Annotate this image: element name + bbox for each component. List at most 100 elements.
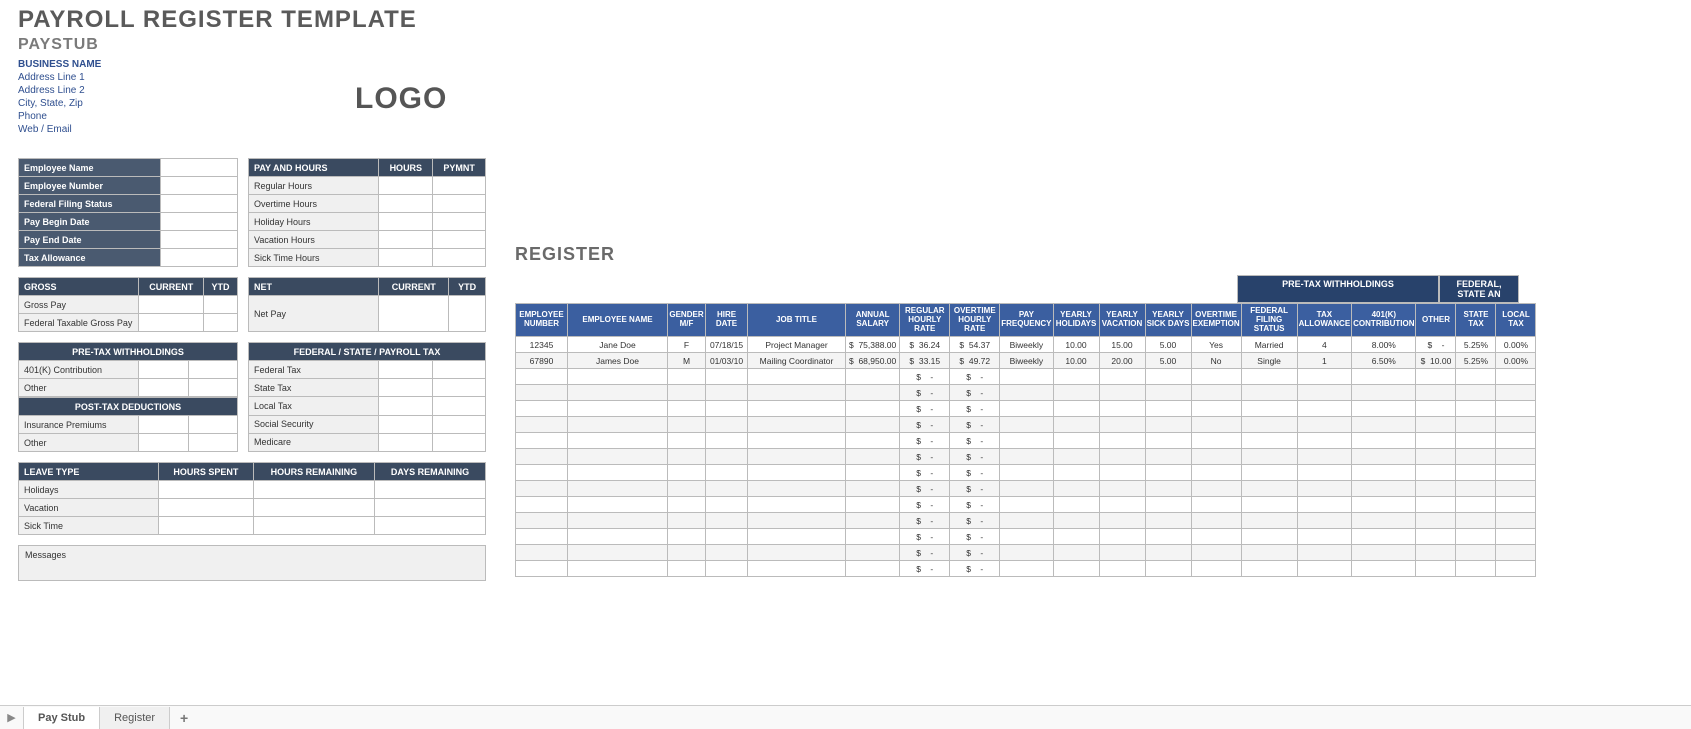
register-cell[interactable]: 10.00 <box>1053 353 1099 369</box>
register-cell[interactable] <box>1000 401 1053 417</box>
register-cell[interactable] <box>1297 545 1352 561</box>
register-cell[interactable]: $ - <box>900 401 950 417</box>
register-cell[interactable] <box>1352 513 1416 529</box>
register-cell[interactable] <box>1352 561 1416 577</box>
register-cell[interactable]: James Doe <box>568 353 668 369</box>
register-cell[interactable] <box>1145 529 1191 545</box>
register-cell[interactable] <box>568 449 668 465</box>
register-cell[interactable] <box>1145 545 1191 561</box>
register-cell[interactable]: $ 68,950.00 <box>846 353 900 369</box>
pay-hours-hours[interactable] <box>379 249 433 267</box>
register-cell[interactable] <box>1000 529 1053 545</box>
register-cell[interactable] <box>568 369 668 385</box>
register-cell[interactable]: $ - <box>900 449 950 465</box>
register-cell[interactable] <box>1416 481 1456 497</box>
register-cell[interactable] <box>1456 545 1496 561</box>
register-cell[interactable] <box>1352 481 1416 497</box>
register-cell[interactable] <box>668 513 706 529</box>
register-cell[interactable]: Mailing Coordinator <box>748 353 846 369</box>
register-cell[interactable] <box>1191 481 1241 497</box>
emp-field-value[interactable] <box>161 231 238 249</box>
register-cell[interactable]: No <box>1191 353 1241 369</box>
register-cell[interactable] <box>516 529 568 545</box>
pretax-val2[interactable] <box>188 361 237 379</box>
register-cell[interactable]: $ 49.72 <box>950 353 1000 369</box>
register-cell[interactable] <box>1416 497 1456 513</box>
register-cell[interactable] <box>1297 481 1352 497</box>
register-cell[interactable] <box>748 385 846 401</box>
register-cell[interactable]: 10.00 <box>1053 337 1099 353</box>
register-cell[interactable] <box>516 401 568 417</box>
emp-field-value[interactable] <box>161 177 238 195</box>
register-cell[interactable]: $ - <box>950 417 1000 433</box>
register-cell[interactable] <box>1053 545 1099 561</box>
register-cell[interactable] <box>1191 433 1241 449</box>
register-cell[interactable] <box>1297 497 1352 513</box>
register-cell[interactable]: F <box>668 337 706 353</box>
register-cell[interactable] <box>1191 465 1241 481</box>
register-cell[interactable] <box>1241 545 1297 561</box>
register-cell[interactable] <box>846 449 900 465</box>
register-cell[interactable] <box>668 497 706 513</box>
register-cell[interactable] <box>1241 561 1297 577</box>
fedtax-val1[interactable] <box>379 397 432 415</box>
pay-hours-hours[interactable] <box>379 195 433 213</box>
register-cell[interactable] <box>748 513 846 529</box>
register-cell[interactable] <box>1352 433 1416 449</box>
register-cell[interactable]: 0.00% <box>1496 353 1536 369</box>
net-ytd[interactable] <box>449 296 486 332</box>
register-cell[interactable]: M <box>668 353 706 369</box>
register-cell[interactable] <box>668 465 706 481</box>
register-cell[interactable] <box>516 545 568 561</box>
register-cell[interactable] <box>1191 497 1241 513</box>
register-cell[interactable] <box>1297 401 1352 417</box>
posttax-val2[interactable] <box>188 434 237 452</box>
register-cell[interactable] <box>1053 561 1099 577</box>
register-cell[interactable] <box>1456 513 1496 529</box>
pay-hours-pymnt[interactable] <box>433 195 486 213</box>
register-cell[interactable]: $ - <box>900 497 950 513</box>
register-cell[interactable] <box>1297 465 1352 481</box>
register-cell[interactable] <box>1241 433 1297 449</box>
register-cell[interactable] <box>516 433 568 449</box>
register-cell[interactable]: $ - <box>950 449 1000 465</box>
register-cell[interactable] <box>1456 385 1496 401</box>
register-cell[interactable] <box>1416 545 1456 561</box>
register-cell[interactable]: $ 75,388.00 <box>846 337 900 353</box>
register-cell[interactable] <box>1352 401 1416 417</box>
register-cell[interactable]: $ - <box>950 369 1000 385</box>
leave-spent[interactable] <box>159 499 254 517</box>
register-cell[interactable] <box>1416 401 1456 417</box>
register-cell[interactable] <box>1000 561 1053 577</box>
pay-hours-pymnt[interactable] <box>433 231 486 249</box>
register-cell[interactable]: $ - <box>950 513 1000 529</box>
register-cell[interactable] <box>1241 481 1297 497</box>
register-cell[interactable] <box>1000 417 1053 433</box>
register-cell[interactable] <box>1191 449 1241 465</box>
register-cell[interactable] <box>1416 417 1456 433</box>
register-cell[interactable] <box>1496 529 1536 545</box>
register-cell[interactable] <box>668 481 706 497</box>
register-cell[interactable] <box>1416 385 1456 401</box>
register-cell[interactable] <box>1456 497 1496 513</box>
register-cell[interactable] <box>1352 497 1416 513</box>
register-cell[interactable] <box>1496 561 1536 577</box>
register-cell[interactable] <box>1496 497 1536 513</box>
register-cell[interactable]: $ - <box>900 385 950 401</box>
register-cell[interactable] <box>1145 385 1191 401</box>
register-cell[interactable] <box>1145 433 1191 449</box>
register-cell[interactable] <box>1241 417 1297 433</box>
register-cell[interactable] <box>1456 529 1496 545</box>
register-cell[interactable] <box>1145 449 1191 465</box>
tab-nav-arrow[interactable]: ▶ <box>0 707 24 729</box>
register-cell[interactable] <box>568 465 668 481</box>
register-cell[interactable] <box>568 545 668 561</box>
register-cell[interactable] <box>668 385 706 401</box>
register-cell[interactable] <box>1000 449 1053 465</box>
register-cell[interactable] <box>1496 481 1536 497</box>
gross-ytd[interactable] <box>203 296 237 314</box>
register-cell[interactable] <box>1099 561 1145 577</box>
register-cell[interactable]: 5.25% <box>1456 337 1496 353</box>
register-cell[interactable] <box>1297 529 1352 545</box>
pay-hours-hours[interactable] <box>379 213 433 231</box>
